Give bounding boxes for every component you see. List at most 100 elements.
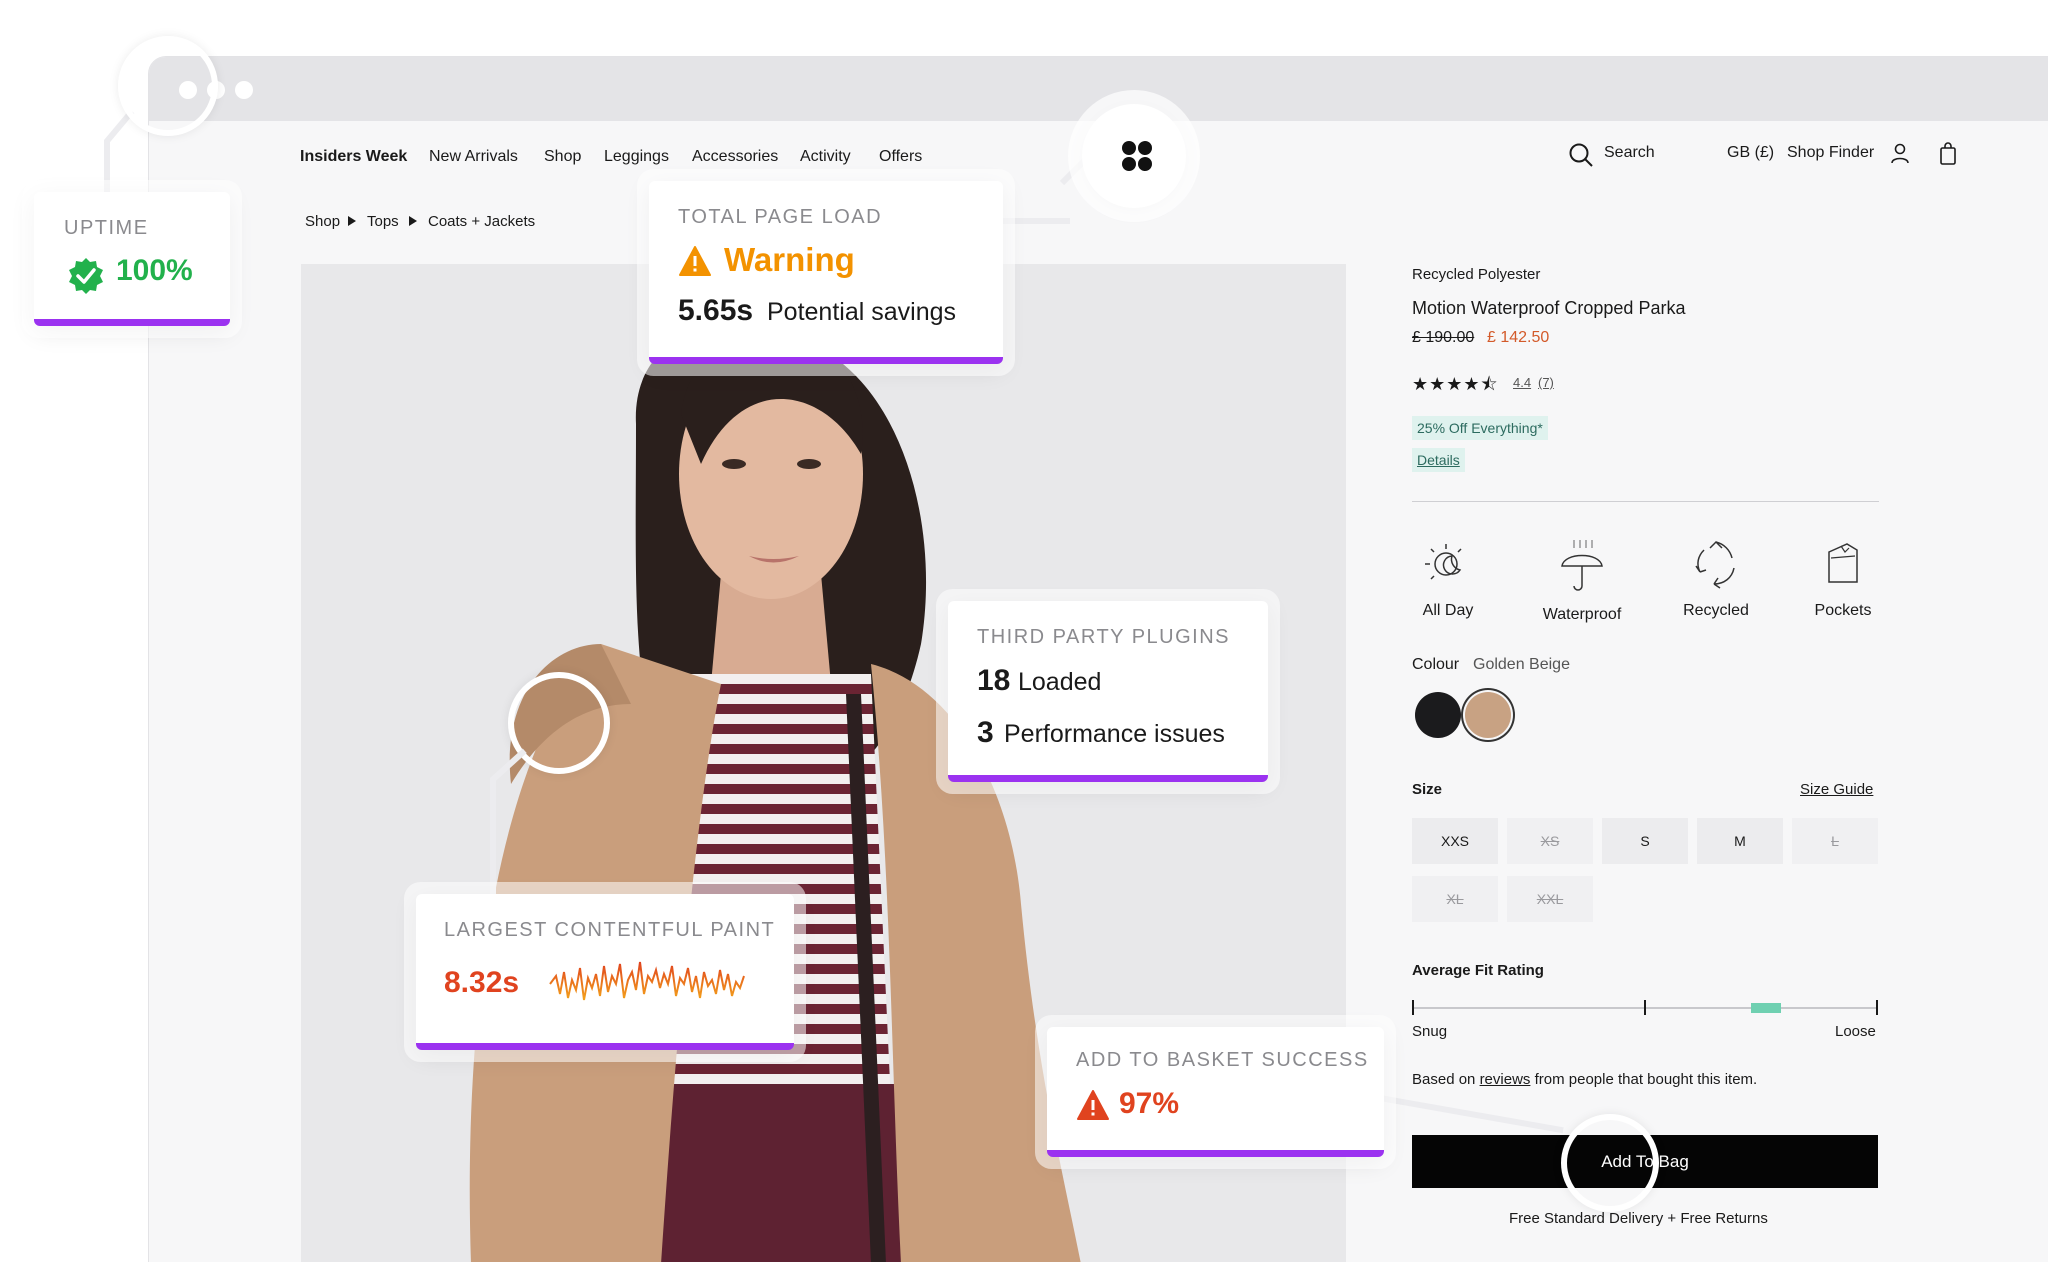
search-link[interactable]: Search <box>1604 144 1655 162</box>
delivery-info: Free Standard Delivery + Free Returns <box>1509 1210 1768 1227</box>
uptime-card: UPTIME 100% <box>34 192 230 326</box>
nav-activity[interactable]: Activity <box>800 148 851 166</box>
lcp-card: LARGEST CONTENTFUL PAINT 8.32s <box>416 894 794 1050</box>
size-option[interactable]: M <box>1697 818 1783 864</box>
nav-new-arrivals[interactable]: New Arrivals <box>429 148 518 166</box>
rating-stars: ★★★★⯪ <box>1412 372 1499 402</box>
feature-label: Pockets <box>1814 602 1872 619</box>
fit-snug-label: Snug <box>1412 1023 1448 1040</box>
size-option[interactable]: XS <box>1507 818 1593 864</box>
account-icon[interactable] <box>1890 143 1910 165</box>
colour-value: Golden Beige <box>1473 656 1570 673</box>
size-label: Size <box>1412 781 1443 798</box>
connector-line <box>104 140 110 192</box>
lcp-value: 8.32s <box>444 966 520 999</box>
feature-recycled: Recycled <box>1656 538 1776 620</box>
rating-count[interactable]: (7) <box>1538 375 1554 390</box>
window-dot[interactable] <box>235 81 253 99</box>
lcp-label: LARGEST CONTENTFUL PAINT <box>444 919 776 941</box>
breadcrumb-item[interactable]: Tops <box>367 213 399 230</box>
nav-accessories[interactable]: Accessories <box>692 148 778 166</box>
page-load-card: TOTAL PAGE LOAD Warning 5.65s Potential … <box>649 181 1003 364</box>
stage: Insiders Week New Arrivals Shop Leggings… <box>0 0 2048 1262</box>
basket-label: ADD TO BASKET SUCCESS <box>1076 1049 1369 1071</box>
size-option[interactable]: XL <box>1412 876 1498 922</box>
pocket-icon <box>1828 543 1858 583</box>
feature-waterproof: Waterproof <box>1522 538 1642 624</box>
umbrella-icon <box>1561 540 1603 591</box>
plugins-issues-text: Performance issues <box>1004 720 1225 748</box>
brand-logo[interactable] <box>1122 141 1152 171</box>
colour-swatch-black[interactable] <box>1415 692 1461 738</box>
product-material: Recycled Polyester <box>1412 266 1541 283</box>
divider <box>1412 501 1879 502</box>
search-icon[interactable] <box>1568 142 1594 168</box>
size-option[interactable]: L <box>1792 818 1878 864</box>
highlight-ring <box>118 36 218 136</box>
size-option[interactable]: XXS <box>1412 818 1498 864</box>
based-on-post: from people that bought this item. <box>1530 1071 1758 1088</box>
based-on-pre: Based on <box>1412 1071 1480 1088</box>
based-on-text: Based on reviews from people that bought… <box>1412 1071 1757 1088</box>
uptime-label: UPTIME <box>64 217 149 239</box>
plugins-loaded-count: 18 <box>977 664 1011 697</box>
highlight-ring <box>1561 1114 1659 1212</box>
fit-loose-label: Loose <box>1835 1023 1876 1040</box>
basket-card: ADD TO BASKET SUCCESS 97% <box>1047 1027 1384 1157</box>
size-guide-link[interactable]: Size Guide <box>1800 781 1873 798</box>
fit-tick <box>1644 1000 1646 1015</box>
alert-icon <box>1077 1090 1109 1120</box>
reviews-link[interactable]: reviews <box>1480 1071 1531 1088</box>
breadcrumb-arrow-icon <box>409 216 417 226</box>
feature-label: Recycled <box>1683 602 1749 619</box>
breadcrumb-item[interactable]: Coats + Jackets <box>428 213 535 230</box>
star-rating-icon: ★★★★⯪ <box>1412 374 1499 394</box>
nav-shop[interactable]: Shop <box>544 148 581 166</box>
basket-value: 97% <box>1119 1087 1180 1120</box>
page-load-time: 5.65s <box>678 294 754 327</box>
rating-value[interactable]: 4.4 <box>1513 375 1531 390</box>
page-load-time-text: Potential savings <box>767 298 957 326</box>
breadcrumb-item[interactable]: Shop <box>305 213 340 230</box>
recycle-icon <box>1695 540 1735 589</box>
page-load-label: TOTAL PAGE LOAD <box>678 206 883 228</box>
plugins-issues-count: 3 <box>977 716 994 749</box>
size-option[interactable]: S <box>1602 818 1688 864</box>
promo-badge: 25% Off Everything* <box>1412 416 1548 440</box>
lcp-sparkline <box>549 961 745 1001</box>
fit-tick <box>1412 1000 1414 1015</box>
plugins-loaded-text: Loaded <box>1018 668 1102 696</box>
plugins-label: THIRD PARTY PLUGINS <box>977 626 1230 648</box>
fit-rating-marker <box>1751 1003 1782 1013</box>
breadcrumb-arrow-icon <box>348 216 356 226</box>
region-selector[interactable]: GB (£) <box>1727 144 1774 162</box>
fit-title: Average Fit Rating <box>1412 962 1544 979</box>
bag-icon[interactable] <box>1938 142 1958 166</box>
day-night-icon <box>1425 544 1462 580</box>
feature-label: Waterproof <box>1542 606 1622 623</box>
browser-titlebar <box>149 57 2048 121</box>
connector-line <box>490 778 496 896</box>
page-load-status: Warning <box>724 241 855 278</box>
fit-tick <box>1876 1000 1878 1015</box>
size-option[interactable]: XXL <box>1507 876 1593 922</box>
nav-insiders-week[interactable]: Insiders Week <box>300 148 407 166</box>
product-title: Motion Waterproof Cropped Parka <box>1412 298 1686 318</box>
colour-label: Colour <box>1412 656 1460 673</box>
feature-all-day: All Day <box>1388 538 1508 620</box>
feature-label: All Day <box>1422 602 1474 619</box>
details-link[interactable]: Details <box>1412 448 1465 472</box>
warning-icon <box>679 246 711 276</box>
price-sale: £ 142.50 <box>1487 329 1550 346</box>
shop-finder-link[interactable]: Shop Finder <box>1787 144 1874 162</box>
price-original: £ 190.00 <box>1412 329 1475 346</box>
highlight-ring <box>508 672 610 774</box>
plugins-card: THIRD PARTY PLUGINS 18 Loaded 3 Performa… <box>948 601 1268 782</box>
feature-pockets: Pockets <box>1783 538 1903 620</box>
colour-swatch-golden-beige[interactable] <box>1465 692 1511 738</box>
nav-leggings[interactable]: Leggings <box>604 148 669 166</box>
verified-check-icon <box>69 258 103 294</box>
connector-line <box>1000 218 1070 224</box>
nav-offers[interactable]: Offers <box>879 148 922 166</box>
uptime-value: 100% <box>116 254 193 287</box>
